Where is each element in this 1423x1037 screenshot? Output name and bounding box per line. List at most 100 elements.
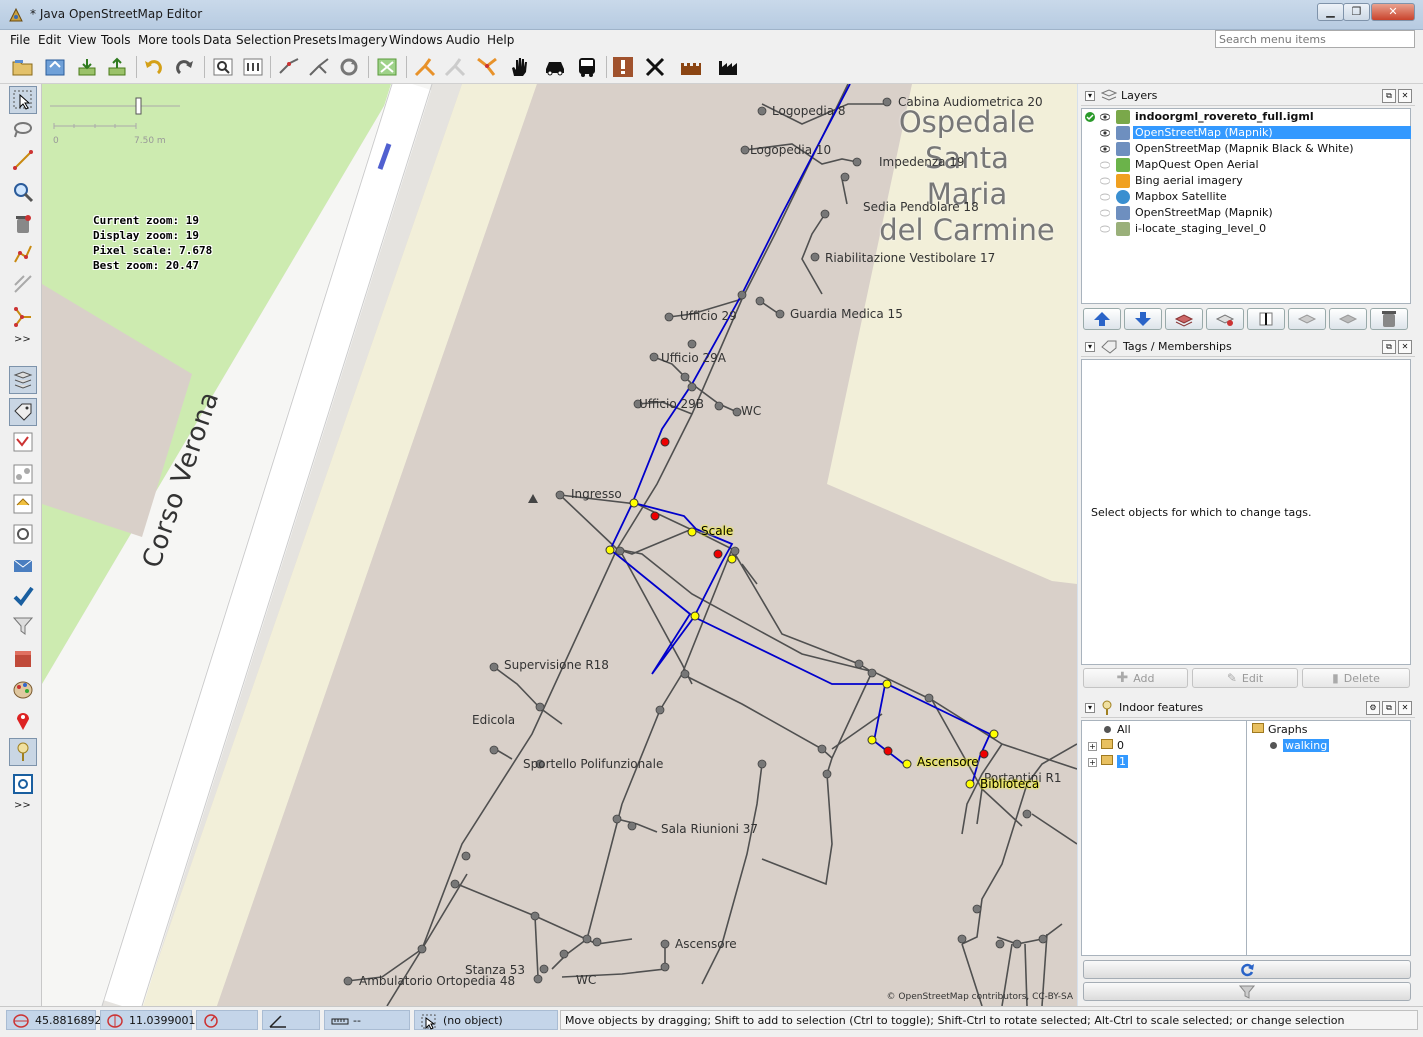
- layer-row[interactable]: OpenStreetMap (Mapnik): [1082, 125, 1411, 141]
- combine-way-icon[interactable]: [306, 54, 332, 80]
- hand-icon[interactable]: [506, 54, 532, 80]
- upload-icon[interactable]: [104, 54, 130, 80]
- warning-icon[interactable]: [610, 54, 636, 80]
- layer-row[interactable]: Mapbox Satellite: [1082, 189, 1410, 205]
- tree-item-level-0[interactable]: +0: [1088, 739, 1124, 752]
- layer-name[interactable]: OpenStreetMap (Mapnik): [1133, 206, 1275, 219]
- more-tools-bottom[interactable]: >>: [14, 800, 31, 811]
- map-paint-icon[interactable]: [9, 676, 37, 704]
- factory-icon[interactable]: [716, 54, 742, 80]
- hidden-eye-icon[interactable]: [1100, 209, 1110, 217]
- tags-table[interactable]: Select objects for which to change tags.: [1081, 359, 1411, 665]
- layer-name[interactable]: indoorgml_rovereto_full.igml: [1133, 110, 1316, 123]
- close-panel-icon[interactable]: ✕: [1398, 89, 1412, 103]
- menu-help[interactable]: Help: [487, 33, 514, 47]
- add-tag-button[interactable]: ✚ Add: [1083, 668, 1188, 688]
- delete-tag-button[interactable]: ▮ Delete: [1302, 668, 1410, 688]
- extrude-tool-icon[interactable]: [9, 302, 37, 330]
- menu-presets[interactable]: Presets: [293, 33, 337, 47]
- activate-layer-button[interactable]: [1165, 308, 1203, 330]
- layer-row[interactable]: Bing aerial imagery: [1082, 173, 1410, 189]
- menu-selection[interactable]: Selection: [236, 33, 291, 47]
- disabled-tool-icon[interactable]: [442, 54, 468, 80]
- tree-item-all[interactable]: All: [1104, 723, 1131, 736]
- indoor-helper-icon[interactable]: [9, 770, 37, 798]
- undo-icon[interactable]: [140, 54, 166, 80]
- layer-name[interactable]: MapQuest Open Aerial: [1133, 158, 1261, 171]
- collapse-icon[interactable]: ▾: [1085, 91, 1095, 101]
- expand-icon[interactable]: +: [1088, 742, 1097, 751]
- menu-data[interactable]: Data: [203, 33, 232, 47]
- expand-icon[interactable]: +: [1088, 758, 1097, 767]
- map-attribution[interactable]: © OpenStreetMap contributors, CC-BY-SA: [887, 992, 1073, 1002]
- menu-tools[interactable]: Tools: [101, 33, 131, 47]
- duplicate-layer-button[interactable]: [1329, 308, 1367, 330]
- move-layer-up-button[interactable]: [1083, 308, 1121, 330]
- filter-indoor-button[interactable]: [1083, 982, 1411, 1001]
- layer-row[interactable]: i-locate_staging_level_0: [1082, 221, 1410, 237]
- hidden-eye-icon[interactable]: [1100, 225, 1110, 233]
- menu-file[interactable]: File: [10, 33, 30, 47]
- visibility-eye-icon[interactable]: [1100, 145, 1110, 153]
- move-layer-down-button[interactable]: [1124, 308, 1162, 330]
- redo-icon[interactable]: [172, 54, 198, 80]
- maximize-button[interactable]: ❐: [1343, 3, 1370, 21]
- more-tools-top[interactable]: >>: [14, 334, 31, 345]
- layer-row[interactable]: indoorgml_rovereto_full.igml: [1082, 109, 1410, 125]
- delete-tool-icon[interactable]: [9, 210, 37, 238]
- minimize-button[interactable]: ▁: [1317, 3, 1344, 21]
- pin-marker-icon[interactable]: [9, 706, 37, 734]
- merge-layer-button[interactable]: [1288, 308, 1326, 330]
- layer-name[interactable]: Mapbox Satellite: [1133, 190, 1229, 203]
- search-menu-input[interactable]: Search menu items: [1215, 30, 1415, 48]
- layers-list[interactable]: indoorgml_rovereto_full.igml OpenStreetM…: [1081, 108, 1411, 304]
- hidden-eye-icon[interactable]: [1100, 161, 1110, 169]
- draw-tool-icon[interactable]: [9, 146, 37, 174]
- align-nodes-icon[interactable]: [412, 54, 438, 80]
- tree-item-level-1[interactable]: +1: [1088, 755, 1128, 768]
- filter-icon[interactable]: [9, 612, 37, 640]
- improve-way-icon[interactable]: [9, 240, 37, 268]
- indoor-features-toggle-icon[interactable]: [9, 738, 37, 766]
- close-button[interactable]: ✕: [1371, 3, 1415, 21]
- conflicts-icon[interactable]: [9, 520, 37, 548]
- split-way-icon[interactable]: [276, 54, 302, 80]
- validator-icon[interactable]: [9, 582, 37, 610]
- zoom-tool-icon[interactable]: [9, 178, 37, 206]
- orthogonalize-icon[interactable]: [374, 54, 400, 80]
- download-icon[interactable]: [74, 54, 100, 80]
- zoom-scale-slider[interactable]: 0 7.50 m: [50, 92, 180, 146]
- layer-name[interactable]: OpenStreetMap (Mapnik Black & White): [1133, 142, 1356, 155]
- menu-imagery[interactable]: Imagery: [338, 33, 388, 47]
- visibility-eye-icon[interactable]: [1100, 113, 1110, 121]
- detach-panel-icon[interactable]: ⧉: [1382, 340, 1396, 354]
- menu-edit[interactable]: Edit: [38, 33, 61, 47]
- menu-audio[interactable]: Audio: [446, 33, 480, 47]
- car-icon[interactable]: [542, 54, 568, 80]
- edit-tag-button[interactable]: ✎ Edit: [1192, 668, 1298, 688]
- menu-windows[interactable]: Windows: [389, 33, 443, 47]
- indoor-features-tree[interactable]: All +0 +1 Graphs walking: [1081, 720, 1411, 956]
- collapse-icon[interactable]: ▾: [1085, 703, 1095, 713]
- layer-row[interactable]: OpenStreetMap (Mapnik Black & White): [1082, 141, 1410, 157]
- detach-panel-icon[interactable]: ⧉: [1382, 89, 1396, 103]
- lasso-tool-icon[interactable]: [9, 116, 37, 144]
- map-view[interactable]: Ospedale Santa Maria del Carmine Corso V…: [42, 84, 1077, 1006]
- collapse-icon[interactable]: ▾: [1085, 342, 1095, 352]
- mail-icon[interactable]: [9, 552, 37, 580]
- merge-nodes-icon[interactable]: [474, 54, 500, 80]
- detach-panel-icon[interactable]: ⧉: [1382, 701, 1396, 715]
- reverse-way-icon[interactable]: [336, 54, 362, 80]
- tags-toggle-icon[interactable]: [9, 398, 37, 426]
- cutlery-icon[interactable]: [642, 54, 668, 80]
- delete-layer-button[interactable]: [1370, 308, 1408, 330]
- open-file-icon[interactable]: [10, 54, 36, 80]
- plugin-package-icon[interactable]: [9, 644, 37, 672]
- refresh-indoor-button[interactable]: [1083, 960, 1411, 979]
- parallel-way-icon[interactable]: [9, 270, 37, 298]
- close-panel-icon[interactable]: ✕: [1398, 340, 1412, 354]
- relation-list-icon[interactable]: [9, 460, 37, 488]
- layer-row[interactable]: OpenStreetMap (Mapnik): [1082, 205, 1410, 221]
- menu-more-tools[interactable]: More tools: [138, 33, 201, 47]
- toggle-visibility-button[interactable]: [1206, 308, 1244, 330]
